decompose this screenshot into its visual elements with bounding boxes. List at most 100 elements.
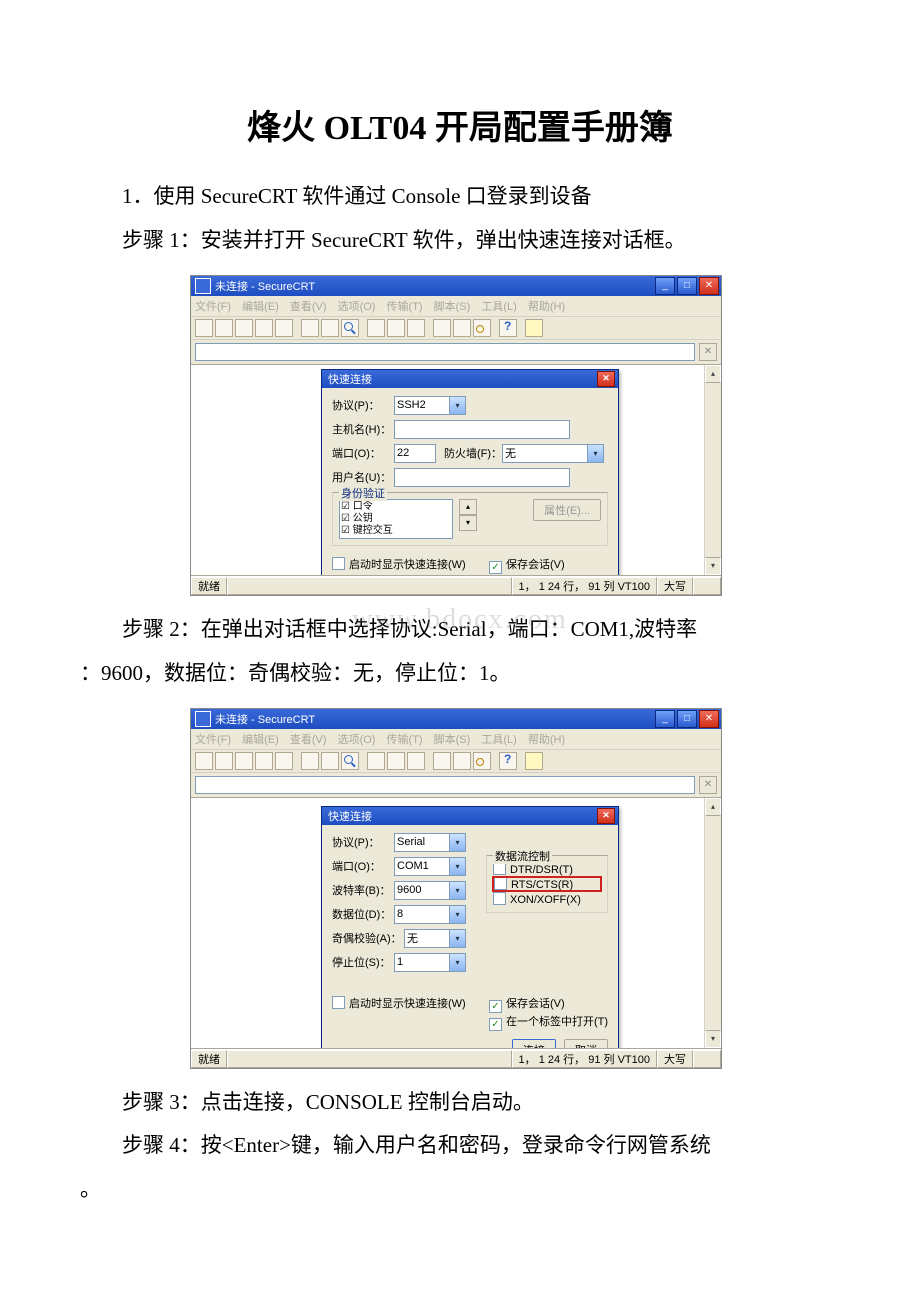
menu-view[interactable]: 查看(V)	[290, 734, 327, 746]
auth-listbox[interactable]: 口令 公钥 键控交互	[339, 499, 453, 539]
app-icon	[195, 278, 211, 294]
session-close-icon[interactable]: ✕	[699, 343, 717, 361]
firewall-select[interactable]: 无▾	[502, 444, 604, 463]
scroll-up-icon[interactable]: ▴	[705, 798, 721, 816]
menu-tools[interactable]: 工具(L)	[481, 301, 516, 313]
maximize-button[interactable]: □	[677, 710, 697, 728]
connect-button[interactable]: 连接	[512, 1039, 556, 1049]
dtrdsr-checkbox[interactable]: DTR/DSR(T)	[493, 864, 573, 876]
toolbar-icon[interactable]	[255, 752, 273, 770]
search-icon[interactable]	[341, 752, 359, 770]
toolbar-icon[interactable]	[215, 752, 233, 770]
auth-item-keyboard[interactable]: 键控交互	[341, 525, 451, 537]
toolbar-icon[interactable]	[301, 752, 319, 770]
toolbar-icon[interactable]	[433, 319, 451, 337]
toolbar-icon[interactable]	[255, 319, 273, 337]
menu-file[interactable]: 文件(F)	[195, 734, 231, 746]
protocol-select[interactable]: SSH2▾	[394, 396, 466, 415]
toolbar-icon[interactable]	[195, 319, 213, 337]
menu-transfer[interactable]: 传输(T)	[387, 301, 423, 313]
baud-select[interactable]: 9600▾	[394, 881, 466, 900]
toolbar-icon[interactable]	[525, 319, 543, 337]
minimize-button[interactable]: _	[655, 710, 675, 728]
properties-button[interactable]: 属性(E)...	[533, 499, 601, 521]
toolbar-icon[interactable]	[387, 752, 405, 770]
toolbar-icon[interactable]	[321, 319, 339, 337]
host-input[interactable]	[394, 420, 570, 439]
toolbar-icon[interactable]	[367, 752, 385, 770]
menu-view[interactable]: 查看(V)	[290, 301, 327, 313]
minimize-button[interactable]: _	[655, 277, 675, 295]
toolbar-icon[interactable]	[301, 319, 319, 337]
close-button[interactable]: ✕	[699, 277, 719, 295]
protocol-select[interactable]: Serial▾	[394, 833, 466, 852]
menu-edit[interactable]: 编辑(E)	[242, 301, 279, 313]
toolbar-icon[interactable]	[453, 319, 471, 337]
toolbar-icon[interactable]	[453, 752, 471, 770]
menu-options[interactable]: 选项(O)	[338, 734, 376, 746]
menu-tools[interactable]: 工具(L)	[481, 734, 516, 746]
port-input[interactable]: 22	[394, 444, 436, 463]
toolbar-icon[interactable]	[387, 319, 405, 337]
scrollbar[interactable]: ▴ ▾	[704, 365, 721, 575]
toolbar-icon[interactable]	[433, 752, 451, 770]
screenshot-2: 未连接 - SecureCRT _ □ ✕ 文件(F) 编辑(E) 查看(V) …	[190, 708, 722, 1069]
search-icon[interactable]	[341, 319, 359, 337]
show-quick-checkbox[interactable]: 启动时显示快速连接(W)	[332, 995, 466, 1011]
menu-options[interactable]: 选项(O)	[338, 301, 376, 313]
dialog-close-button[interactable]: ✕	[597, 808, 615, 824]
help-icon[interactable]	[499, 319, 517, 337]
session-input[interactable]	[195, 776, 695, 794]
menu-transfer[interactable]: 传输(T)	[387, 734, 423, 746]
menu-file[interactable]: 文件(F)	[195, 301, 231, 313]
username-input[interactable]	[394, 468, 570, 487]
session-input[interactable]	[195, 343, 695, 361]
show-quick-checkbox[interactable]: 启动时显示快速连接(W)	[332, 556, 466, 572]
menu-edit[interactable]: 编辑(E)	[242, 734, 279, 746]
toolbar-icon[interactable]	[525, 752, 543, 770]
close-button[interactable]: ✕	[699, 710, 719, 728]
scroll-down-icon[interactable]: ▾	[705, 557, 721, 575]
print-icon[interactable]	[407, 319, 425, 337]
toolbar-icon[interactable]	[195, 752, 213, 770]
help-icon[interactable]	[499, 752, 517, 770]
move-up-button[interactable]: ▴	[459, 499, 477, 515]
menu-help[interactable]: 帮助(H)	[528, 301, 565, 313]
scrollbar[interactable]: ▴ ▾	[704, 798, 721, 1048]
scroll-up-icon[interactable]: ▴	[705, 365, 721, 383]
port-select[interactable]: COM1▾	[394, 857, 466, 876]
auth-item-password[interactable]: 口令	[341, 501, 451, 513]
menu-script[interactable]: 脚本(S)	[434, 301, 471, 313]
cancel-button[interactable]: 取消	[564, 1039, 608, 1049]
maximize-button[interactable]: □	[677, 277, 697, 295]
toolbar-icon[interactable]	[275, 319, 293, 337]
open-in-tab-checkbox[interactable]: 在一个标签中打开(T)	[489, 1016, 608, 1028]
dialog-close-button[interactable]: ✕	[597, 371, 615, 387]
scroll-down-icon[interactable]: ▾	[705, 1030, 721, 1048]
print-icon[interactable]	[407, 752, 425, 770]
toolbar-icon[interactable]	[215, 319, 233, 337]
xonxoff-checkbox[interactable]: XON/XOFF(X)	[493, 894, 581, 906]
rtscts-checkbox[interactable]: RTS/CTS(R)	[494, 879, 573, 891]
menu-help[interactable]: 帮助(H)	[528, 734, 565, 746]
toolbar-icon[interactable]	[367, 319, 385, 337]
toolbar-icon[interactable]	[275, 752, 293, 770]
toolbar-icon[interactable]	[321, 752, 339, 770]
window-titlebar: 未连接 - SecureCRT _ □ ✕	[191, 276, 721, 296]
menu-script[interactable]: 脚本(S)	[434, 734, 471, 746]
parity-select[interactable]: 无▾	[404, 929, 466, 948]
databits-select[interactable]: 8▾	[394, 905, 466, 924]
terminal-area[interactable]: ▴ ▾ 快速连接 ✕ 协议(P)： Serial▾	[191, 798, 721, 1049]
terminal-area[interactable]: ▴ ▾ 快速连接 ✕ 协议(P)： SSH2▾ 主机名(H)：	[191, 365, 721, 576]
stopbits-select[interactable]: 1▾	[394, 953, 466, 972]
toolbar-icon[interactable]	[235, 319, 253, 337]
key-icon[interactable]	[473, 319, 491, 337]
auth-item-publickey[interactable]: 公钥	[341, 513, 451, 525]
session-close-icon[interactable]: ✕	[699, 776, 717, 794]
key-icon[interactable]	[473, 752, 491, 770]
move-down-button[interactable]: ▾	[459, 515, 477, 531]
save-session-checkbox[interactable]: 保存会话(V)	[489, 559, 565, 571]
save-session-checkbox[interactable]: 保存会话(V)	[489, 998, 565, 1010]
chevron-down-icon: ▾	[449, 954, 465, 971]
toolbar-icon[interactable]	[235, 752, 253, 770]
